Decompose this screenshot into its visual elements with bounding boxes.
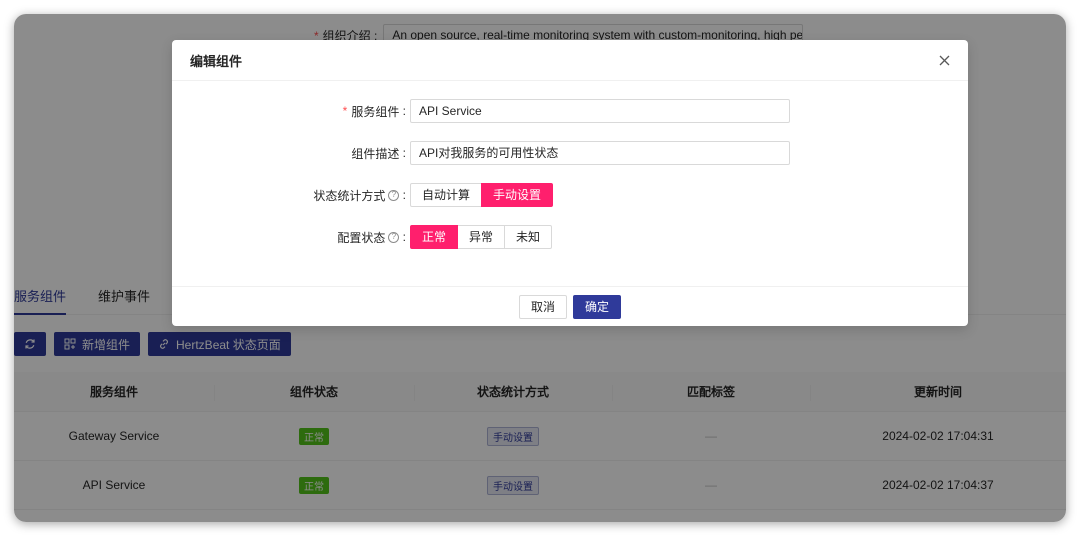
state-option-unknown[interactable]: 未知 — [504, 225, 553, 249]
app-window: * 组织介绍 : An open source, real-time monito… — [14, 14, 1066, 522]
method-option-auto[interactable]: 自动计算 — [410, 183, 483, 207]
modal-body: * 服务组件 : API Service 组件描述 : API对我服务的可用性状态… — [172, 81, 968, 286]
description-label: 组件描述 : — [351, 146, 406, 161]
service-component-row: * 服务组件 : API Service — [172, 99, 790, 123]
help-icon[interactable]: ? — [388, 231, 400, 243]
edit-component-modal: 编辑组件 * 服务组件 : API Service 组件描述 : API对我服务的… — [172, 40, 968, 326]
modal-footer: 取消 确定 — [172, 286, 968, 326]
method-option-manual[interactable]: 手动设置 — [481, 183, 554, 207]
method-row: 状态统计方式? : 自动计算 手动设置 — [172, 183, 554, 207]
state-option-abnormal[interactable]: 异常 — [457, 225, 506, 249]
cancel-button[interactable]: 取消 — [518, 294, 567, 319]
help-icon[interactable]: ? — [388, 189, 400, 201]
description-input[interactable]: API对我服务的可用性状态 — [410, 141, 790, 165]
state-label: 配置状态? : — [337, 230, 406, 245]
state-radio-group: 正常 异常 未知 — [410, 225, 553, 249]
description-row: 组件描述 : API对我服务的可用性状态 — [172, 141, 790, 165]
modal-title: 编辑组件 — [190, 53, 243, 69]
method-radio-group: 自动计算 手动设置 — [410, 183, 554, 207]
close-icon — [939, 55, 949, 65]
state-option-normal[interactable]: 正常 — [410, 225, 459, 249]
method-label: 状态统计方式? : — [313, 188, 406, 203]
close-button[interactable] — [936, 52, 952, 68]
modal-header: 编辑组件 — [172, 40, 968, 81]
ok-button[interactable]: 确定 — [573, 294, 622, 319]
service-component-label: * 服务组件 : — [342, 104, 406, 119]
state-row: 配置状态? : 正常 异常 未知 — [172, 225, 553, 249]
service-component-input[interactable]: API Service — [410, 99, 790, 123]
